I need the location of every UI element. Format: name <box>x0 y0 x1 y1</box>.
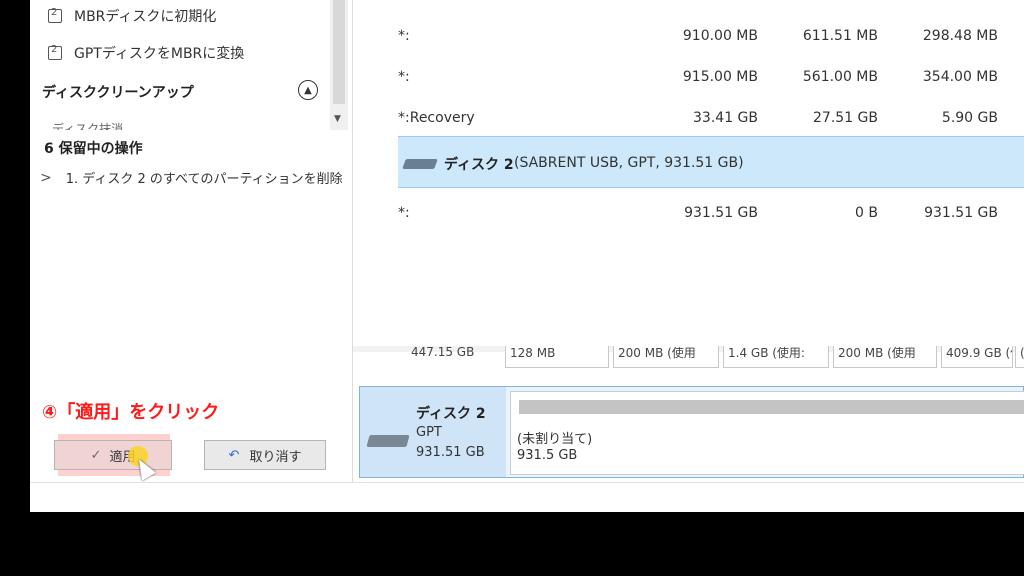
op-init-mbr[interactable]: MBRディスクに初期化 <box>48 3 216 29</box>
partition-name: *: <box>398 69 410 85</box>
partition-used: 561.00 MB <box>802 69 878 85</box>
partition-capacity: 931.51 GB <box>684 205 758 221</box>
op-gpt-to-mbr[interactable]: GPTディスクをMBRに変換 <box>48 40 244 66</box>
partition-row[interactable]: *:Recovery 33.41 GB 27.51 GB 5.90 GB <box>398 100 998 136</box>
partition-unused: 354.00 MB <box>922 69 998 85</box>
pending-operations-title: 6 保留中の操作 <box>44 141 143 157</box>
map-partition-cell[interactable]: 200 MB (使用 <box>833 346 937 368</box>
partition-row[interactable]: *: 931.51 GB 0 B 931.51 GB <box>398 195 998 231</box>
partition-unused: 5.90 GB <box>941 110 998 126</box>
chevron-right-icon[interactable]: > <box>40 170 52 186</box>
op-disk-wipe[interactable]: ディスク抹消 <box>52 120 123 130</box>
partition-row[interactable]: *: 915.00 MB 561.00 MB 354.00 MB <box>398 59 998 95</box>
disk-2-map-card[interactable]: ディスク 2 GPT 931.51 GB (未割り当て) 931.5 GB <box>359 386 1024 478</box>
pending-operation-label: 1. ディスク 2 のすべてのパーティションを削除 <box>65 172 343 187</box>
unallocated-size: 931.5 GB <box>517 448 578 463</box>
tutorial-annotation: ④「適用」をクリック <box>42 402 220 423</box>
apply-button[interactable]: ✓ 適用 <box>54 440 172 470</box>
op-label: GPTディスクをMBRに変換 <box>74 46 245 62</box>
checkmark-icon: ✓ <box>90 447 102 463</box>
partition-row[interactable]: *: 910.00 MB 611.51 MB 298.48 MB <box>398 18 998 54</box>
partition-capacity: 910.00 MB <box>682 28 758 44</box>
disk-drive-icon <box>402 159 438 169</box>
partition-name: *: <box>398 28 410 44</box>
scroll-down-arrow-icon[interactable]: ▼ <box>334 114 341 124</box>
disk-name: ディスク 2 <box>444 157 514 173</box>
undo-arrow-icon: ↶ <box>228 447 240 463</box>
undo-button[interactable]: ↶ 取り消す <box>204 440 326 470</box>
disk-card-size: 931.51 GB <box>416 445 485 460</box>
scrollbar-thumb[interactable] <box>333 0 345 104</box>
map-partition-cell[interactable]: 200 MB (使用 <box>613 346 719 368</box>
partition-name: *: <box>398 205 410 221</box>
map-partition-cell[interactable]: (使 <box>1015 346 1024 368</box>
disk-card-info: ディスク 2 GPT 931.51 GB <box>360 387 506 477</box>
hard-drive-icon <box>366 435 410 447</box>
disk-op-icon <box>48 7 62 23</box>
disk-map-strip: 447.15 GB 128 MB 200 MB (使用 1.4 GB (使用: … <box>353 346 1024 372</box>
left-scrollbar[interactable]: ▼ <box>330 0 348 130</box>
partition-manager-window: MBRディスクに初期化 GPTディスクをMBRに変換 ディスククリーンアップ ▲… <box>30 0 1024 512</box>
partition-capacity: 915.00 MB <box>682 69 758 85</box>
collapse-chevron-up-icon[interactable]: ▲ <box>298 80 318 100</box>
map-partition-cell[interactable]: 128 MB <box>505 346 609 368</box>
partition-name: *:Recovery <box>398 110 475 126</box>
status-bar <box>30 482 1024 512</box>
unallocated-label: (未割り当て) <box>517 432 593 447</box>
partition-capacity: 33.41 GB <box>693 110 758 126</box>
partition-used: 611.51 MB <box>802 28 878 44</box>
disk-1-size: 447.15 GB <box>411 346 475 359</box>
cleanup-section-title: ディスククリーンアップ <box>42 85 194 101</box>
unallocated-block[interactable]: (未割り当て) 931.5 GB <box>510 391 1024 475</box>
disk-card-name: ディスク 2 <box>416 406 486 422</box>
pending-operation-item[interactable]: > 1. ディスク 2 のすべてのパーティションを削除 <box>40 168 343 188</box>
partition-unused: 931.51 GB <box>924 205 998 221</box>
usage-bar <box>519 400 1024 414</box>
map-partition-cell[interactable]: 409.9 GB (使 <box>941 346 1013 368</box>
left-panel: MBRディスクに初期化 GPTディスクをMBRに変換 ディスククリーンアップ ▲… <box>30 0 353 482</box>
disk-op-icon <box>48 44 62 60</box>
disk-list-panel: *: 910.00 MB 611.51 MB 298.48 MB *: 915.… <box>353 0 1024 482</box>
disk-card-type: GPT <box>416 425 442 440</box>
disk-2-row[interactable]: ディスク 2 (SABRENT USB, GPT, 931.51 GB) <box>398 136 1024 188</box>
map-partition-cell[interactable]: 1.4 GB (使用: <box>723 346 829 368</box>
partition-used: 0 B <box>855 205 878 221</box>
partition-unused: 298.48 MB <box>922 28 998 44</box>
op-label: MBRディスクに初期化 <box>74 9 217 25</box>
disk-description: (SABRENT USB, GPT, 931.51 GB) <box>514 155 744 171</box>
partition-used: 27.51 GB <box>813 110 878 126</box>
undo-label: 取り消す <box>249 449 302 465</box>
